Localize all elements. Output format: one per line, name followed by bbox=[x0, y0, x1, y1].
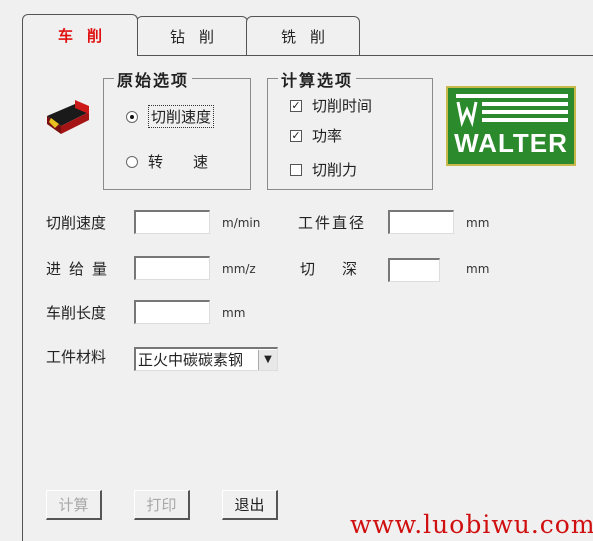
original-options-title: 原始选项 bbox=[114, 67, 193, 91]
turning-length-input[interactable] bbox=[134, 300, 210, 324]
checkbox-power-label: 功率 bbox=[312, 127, 343, 145]
tab-milling[interactable]: 铣削 bbox=[246, 16, 360, 56]
radio-selected-icon bbox=[126, 110, 138, 123]
checkbox-checked-icon: ✓ bbox=[290, 98, 302, 112]
radio-unselected-icon bbox=[126, 155, 138, 168]
calc-options-title: 计算选项 bbox=[278, 67, 357, 91]
calc-options-group: 计算选项 ✓ 切削时间 ✓ 功率 切削力 bbox=[267, 67, 433, 190]
tab-drilling[interactable]: 钻削 bbox=[136, 16, 248, 56]
exit-button[interactable]: 退出 bbox=[222, 490, 278, 520]
tab-drilling-label: 钻削 bbox=[169, 28, 228, 46]
depth-of-cut-input[interactable] bbox=[388, 258, 440, 282]
turning-calculator-dialog: 车削 钻削 铣削 原始选项 切削速度 转 速 计算选项 ✓ 切削时间 ✓ 功率 … bbox=[0, 0, 593, 541]
calculate-button[interactable]: 计算 bbox=[46, 490, 102, 520]
turning-length-unit: mm bbox=[222, 306, 246, 320]
tab-turning[interactable]: 车削 bbox=[22, 14, 138, 56]
material-label: 工件材料 bbox=[46, 348, 107, 366]
watermark-text: www.luobiwu.com bbox=[350, 510, 593, 539]
checkbox-power[interactable]: ✓ 功率 bbox=[290, 125, 342, 146]
material-select-value: 正火中碳碳素钢 bbox=[138, 351, 244, 369]
chevron-down-icon[interactable]: ▼ bbox=[258, 349, 277, 370]
checkbox-cutting-time-label: 切削时间 bbox=[312, 97, 373, 115]
checkbox-cutting-force[interactable]: 切削力 bbox=[290, 159, 357, 180]
walter-logo-text: WALTER bbox=[454, 128, 568, 158]
checkbox-unchecked-icon bbox=[290, 163, 302, 176]
workpiece-diameter-label: 工件直径 bbox=[298, 214, 367, 232]
tab-milling-label: 铣削 bbox=[280, 28, 339, 46]
workpiece-diameter-input[interactable] bbox=[388, 210, 454, 234]
radio-spindle-speed[interactable]: 转 速 bbox=[126, 151, 208, 172]
feed-input[interactable] bbox=[134, 256, 210, 280]
cutting-speed-label: 切削速度 bbox=[46, 214, 107, 232]
original-options-group: 原始选项 切削速度 转 速 bbox=[103, 67, 251, 190]
checkbox-cutting-force-label: 切削力 bbox=[312, 161, 358, 179]
tab-turning-label: 车削 bbox=[57, 27, 116, 45]
radio-cutting-speed-label: 切削速度 bbox=[148, 105, 215, 128]
walter-logo: WALTER bbox=[446, 86, 576, 166]
cutting-speed-unit: m/min bbox=[222, 216, 261, 230]
radio-cutting-speed[interactable]: 切削速度 bbox=[126, 105, 215, 128]
workpiece-diameter-unit: mm bbox=[466, 216, 490, 230]
material-select[interactable]: 正火中碳碳素钢 ▼ bbox=[134, 347, 278, 371]
print-button[interactable]: 打印 bbox=[134, 490, 190, 520]
checkbox-cutting-time[interactable]: ✓ 切削时间 bbox=[290, 95, 372, 116]
turning-length-label: 车削长度 bbox=[46, 304, 107, 322]
radio-spindle-speed-label: 转 速 bbox=[148, 153, 209, 171]
feed-label: 进给量 bbox=[46, 260, 116, 278]
depth-of-cut-unit: mm bbox=[466, 262, 490, 276]
depth-of-cut-label: 切 深 bbox=[300, 260, 364, 278]
turning-tool-icon bbox=[45, 98, 91, 136]
feed-unit: mm/z bbox=[222, 262, 256, 276]
checkbox-checked-icon: ✓ bbox=[290, 128, 302, 142]
cutting-speed-input[interactable] bbox=[134, 210, 210, 234]
